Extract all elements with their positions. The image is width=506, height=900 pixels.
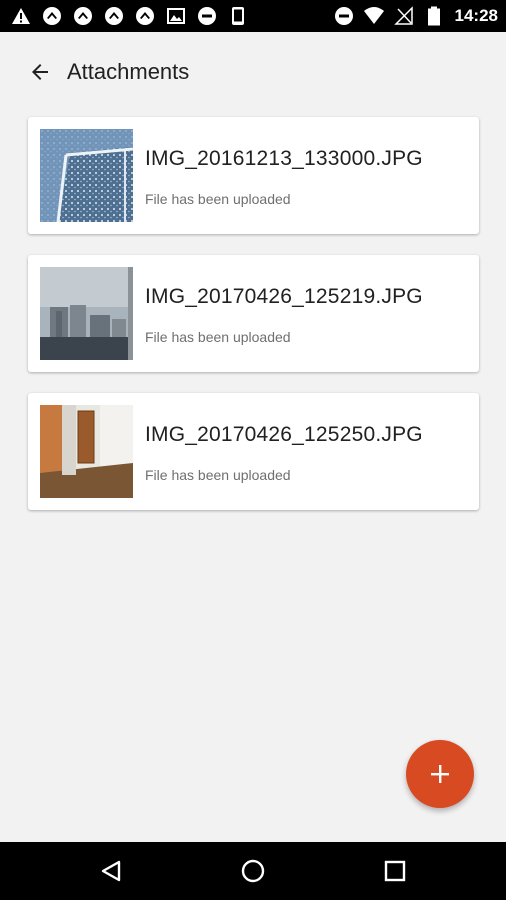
attachment-list: IMG_20161213_133000.JPG File has been up…: [28, 117, 479, 531]
page-title: Attachments: [67, 59, 190, 84]
navigation-bar: [0, 842, 506, 900]
back-button[interactable]: [22, 54, 58, 90]
home-circle-icon: [241, 859, 265, 883]
no-signal-icon: [393, 5, 415, 27]
phone-icon: [227, 5, 249, 27]
file-name: IMG_20170426_125219.JPG: [145, 285, 423, 308]
add-attachment-button[interactable]: [406, 740, 474, 808]
do-not-disturb-icon: [196, 5, 218, 27]
image-icon: [165, 5, 187, 27]
upload-status: File has been uploaded: [145, 329, 291, 345]
thumbnail-image: [40, 405, 133, 498]
thumbnail-image: [40, 267, 133, 360]
app-bar: Attachments: [0, 32, 506, 112]
attachment-card[interactable]: IMG_20161213_133000.JPG File has been up…: [28, 117, 479, 234]
recents-square-icon: [384, 860, 406, 882]
attachment-card[interactable]: IMG_20170426_125250.JPG File has been up…: [28, 393, 479, 510]
battery-icon: [423, 5, 445, 27]
nav-arrow-icon: [103, 5, 125, 27]
warning-icon: [10, 5, 32, 27]
wifi-icon: [363, 5, 385, 27]
attachment-card[interactable]: IMG_20170426_125219.JPG File has been up…: [28, 255, 479, 372]
nav-arrow-icon: [41, 5, 63, 27]
nav-arrow-icon: [72, 5, 94, 27]
nav-home-button[interactable]: [238, 856, 268, 886]
system-icons: 14:28: [333, 5, 498, 27]
clock: 14:28: [454, 6, 498, 25]
nav-back-button[interactable]: [96, 856, 126, 886]
plus-icon: [431, 765, 449, 783]
back-triangle-icon: [101, 860, 121, 882]
file-name: IMG_20170426_125250.JPG: [145, 423, 423, 446]
upload-status: File has been uploaded: [145, 467, 291, 483]
do-not-disturb-icon: [333, 5, 355, 27]
status-bar: 14:28: [0, 0, 506, 32]
nav-recents-button[interactable]: [380, 856, 410, 886]
arrow-back-icon: [32, 64, 48, 80]
nav-arrow-icon: [134, 5, 156, 27]
upload-status: File has been uploaded: [145, 191, 291, 207]
notification-icons: [10, 5, 249, 27]
thumbnail-image: [40, 129, 133, 222]
file-name: IMG_20161213_133000.JPG: [145, 147, 423, 170]
